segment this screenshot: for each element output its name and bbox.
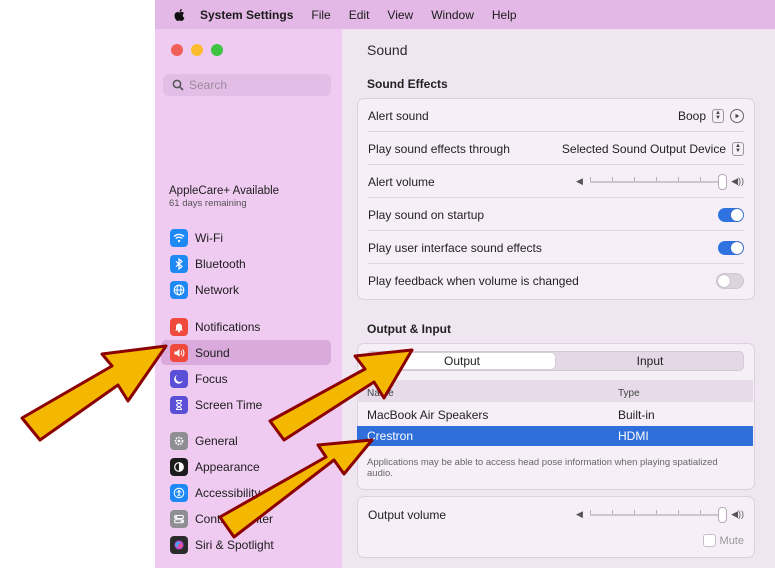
annotation-arrow-output	[268, 348, 414, 442]
annotation-arrows	[20, 344, 414, 539]
annotation-arrow-sound	[20, 344, 168, 442]
annotation-arrow-crestron	[218, 438, 374, 539]
